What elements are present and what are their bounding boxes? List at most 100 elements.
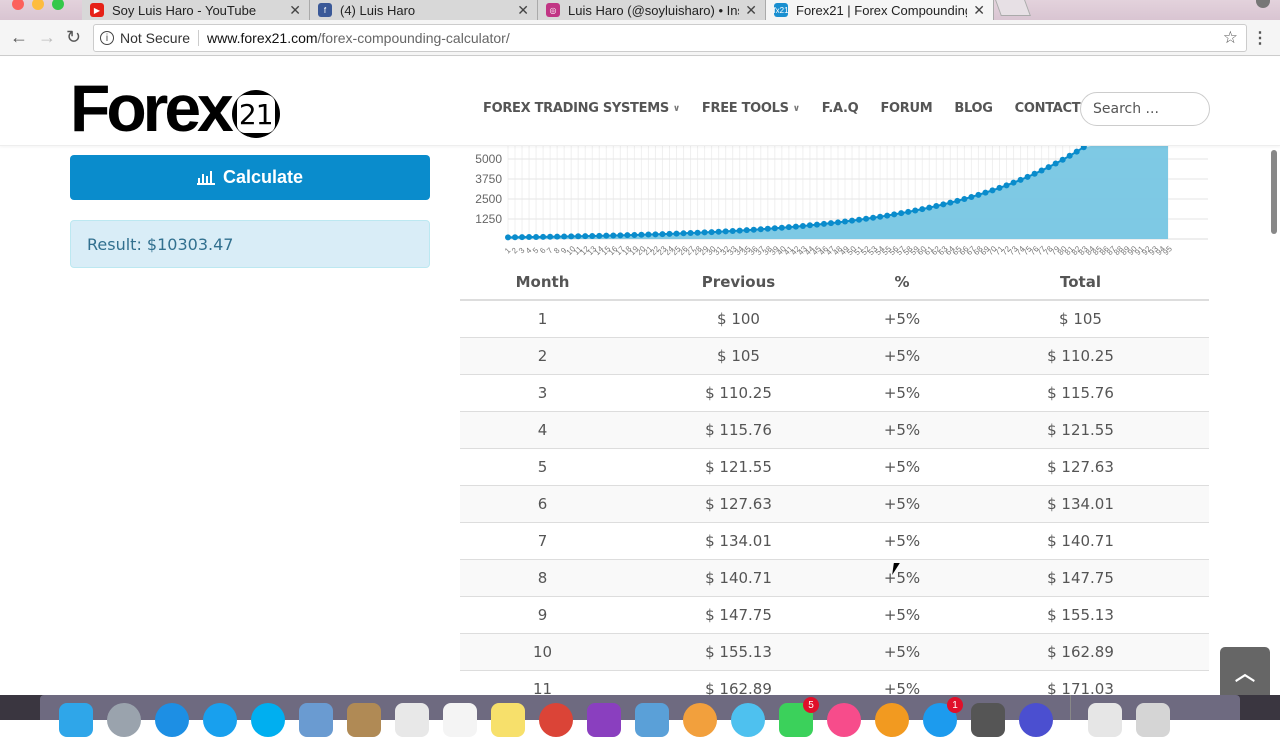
bookmark-star-icon[interactable]: ☆: [1223, 28, 1238, 48]
result-box: Result: $10303.47: [70, 220, 430, 268]
data-point: [722, 228, 729, 235]
dock-reminders-icon[interactable]: [443, 703, 477, 737]
dock-skype-icon[interactable]: [251, 703, 285, 737]
nav-forum[interactable]: FORUM: [880, 101, 932, 116]
nav-label: CONTACT: [1014, 101, 1081, 116]
data-point: [884, 212, 891, 219]
tab-facebook[interactable]: f (4) Luis Haro ✕: [310, 0, 538, 20]
cell-percent: +5%: [883, 384, 921, 402]
dock-trash-icon[interactable]: [1136, 703, 1170, 737]
dock-safari-icon[interactable]: [155, 703, 189, 737]
close-tab-icon[interactable]: ✕: [973, 2, 985, 19]
data-point: [687, 230, 694, 237]
dock-calendar-icon[interactable]: [395, 703, 429, 737]
data-point: [1066, 152, 1073, 159]
table-row: 9 $ 147.75 +5% $ 155.13: [460, 597, 1209, 634]
header-percent: %: [894, 273, 910, 291]
cell-month: 8: [537, 569, 548, 587]
table-row: 8 $ 140.71 +5% $ 147.75: [460, 560, 1209, 597]
url-host: www.forex21.com: [207, 30, 318, 46]
dock-mail-icon[interactable]: [299, 703, 333, 737]
bar-chart-icon: [196, 170, 215, 185]
data-point: [750, 226, 757, 233]
back-arrow-icon[interactable]: ←: [10, 27, 28, 48]
cell-month: 4: [537, 421, 548, 439]
maximize-window-button[interactable]: [52, 0, 64, 10]
security-status[interactable]: Not Secure: [120, 30, 200, 46]
nav-label: BLOG: [954, 101, 993, 116]
dock-visual-studio-icon[interactable]: [587, 703, 621, 737]
table-row: 4 $ 115.76 +5% $ 121.55: [460, 412, 1209, 449]
nav-faq[interactable]: F.A.Q: [822, 101, 859, 116]
cell-percent: +5%: [883, 495, 921, 513]
data-point: [813, 221, 820, 228]
chevron-down-icon: ∨: [672, 103, 680, 114]
profile-icon[interactable]: [1256, 0, 1270, 8]
data-point: [645, 231, 652, 238]
minimize-window-button[interactable]: [32, 0, 44, 10]
dock-contacts-icon[interactable]: [347, 703, 381, 737]
cell-total: $ 127.63: [1047, 458, 1114, 476]
calculate-label: Calculate: [222, 167, 304, 187]
dock-ibooks-icon[interactable]: [875, 703, 909, 737]
y-tick-label: 2500: [475, 192, 502, 206]
data-point: [568, 233, 575, 240]
info-icon[interactable]: i: [100, 31, 114, 45]
cell-percent: +5%: [883, 606, 921, 624]
nav-label: F.A.Q: [821, 101, 859, 116]
table-row: 5 $ 121.55 +5% $ 127.63: [460, 449, 1209, 486]
close-tab-icon[interactable]: ✕: [517, 2, 529, 19]
calculate-button[interactable]: Calculate: [70, 155, 430, 200]
dock-finder-icon[interactable]: [59, 703, 93, 737]
tab-youtube[interactable]: ▶ Soy Luis Haro - YouTube ✕: [82, 0, 310, 20]
header-previous: Previous: [701, 273, 776, 291]
dock-system-preferences-icon[interactable]: [971, 703, 1005, 737]
data-point: [968, 193, 975, 200]
cell-total: $ 115.76: [1047, 384, 1114, 402]
back-to-top-button[interactable]: ︿: [1220, 647, 1270, 695]
nav-forex-trading-systems[interactable]: FOREX TRADING SYSTEMS ∨: [483, 101, 680, 116]
search-input[interactable]: [1080, 92, 1210, 126]
dock-chrome-icon[interactable]: [539, 703, 573, 737]
reload-icon[interactable]: ↻: [66, 27, 81, 48]
dock-siri-icon[interactable]: [1019, 703, 1053, 737]
close-tab-icon[interactable]: ✕: [289, 2, 301, 19]
data-point: [799, 222, 806, 229]
dock-photos-icon[interactable]: [683, 703, 717, 737]
dock-keynote-icon[interactable]: [635, 703, 669, 737]
nav-free-tools[interactable]: FREE TOOLS ∨: [702, 101, 800, 116]
data-point: [961, 195, 968, 202]
site-logo[interactable]: Forex 21: [70, 75, 280, 141]
data-point: [540, 233, 547, 240]
forward-arrow-icon[interactable]: →: [38, 27, 56, 48]
dock-itunes-icon[interactable]: [827, 703, 861, 737]
compounding-table: Month Previous % Total 1 $ 100 +5% $ 105 2 $ …: [460, 265, 1209, 708]
data-point: [778, 224, 785, 231]
dock-launchpad-icon[interactable]: [107, 703, 141, 737]
cell-percent: +5%: [883, 421, 921, 439]
data-point: [1038, 167, 1045, 174]
compounding-chart: 1250250037505000123456789101112131415161…: [475, 146, 1208, 257]
nav-contact[interactable]: CONTACT: [1015, 101, 1081, 116]
data-point: [982, 189, 989, 196]
nav-blog[interactable]: BLOG: [954, 101, 993, 116]
macos-dock: 51: [40, 695, 1240, 737]
cell-percent: +5%: [883, 310, 921, 328]
dock-notes-icon[interactable]: [491, 703, 525, 737]
dock-facetime-icon[interactable]: 5: [779, 697, 819, 737]
new-tab-button[interactable]: [995, 0, 1031, 16]
dock-messages-blue-icon[interactable]: [203, 703, 237, 737]
close-window-button[interactable]: [12, 0, 24, 10]
dock-downloads-icon[interactable]: [1088, 703, 1122, 737]
data-point: [806, 222, 813, 229]
page-scrollbar[interactable]: [1271, 150, 1277, 234]
tab-instagram[interactable]: ◎ Luis Haro (@soyluisharo) • Insta ✕: [538, 0, 766, 20]
cell-previous: $ 105: [717, 347, 760, 365]
dock-messages-icon[interactable]: [731, 703, 765, 737]
tab-forex21[interactable]: fx21 Forex21 | Forex Compounding ✕: [766, 0, 994, 20]
browser-menu-icon[interactable]: ⋮: [1252, 28, 1268, 48]
close-tab-icon[interactable]: ✕: [745, 2, 757, 19]
dock-app-store-icon[interactable]: 1: [923, 697, 963, 737]
data-point: [708, 229, 715, 236]
address-bar[interactable]: i Not Secure www.forex21.com /forex-comp…: [93, 24, 1247, 52]
